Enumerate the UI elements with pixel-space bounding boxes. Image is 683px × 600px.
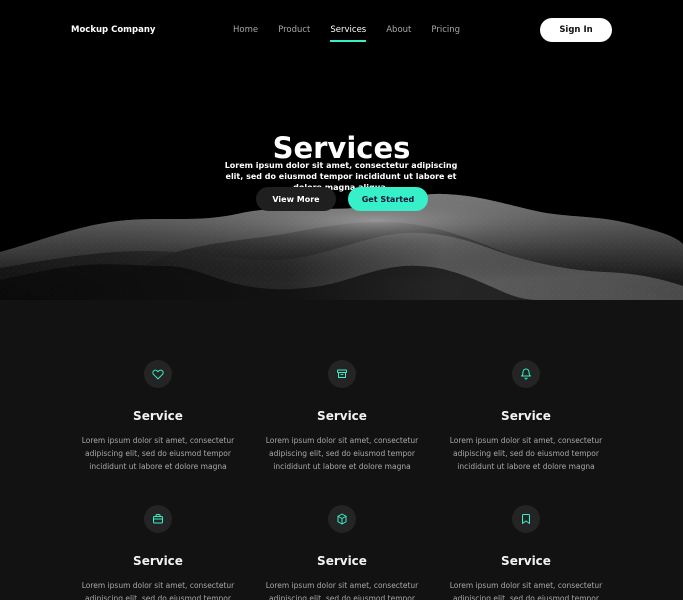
service-description: Lorem ipsum dolor sit amet, consectetur … [449, 581, 603, 600]
services-grid: Service Lorem ipsum dolor sit amet, cons… [0, 300, 683, 600]
sign-in-button[interactable]: Sign In [540, 18, 612, 42]
nav-about[interactable]: About [386, 22, 411, 42]
service-card: Service Lorem ipsum dolor sit amet, cons… [254, 360, 430, 473]
service-description: Lorem ipsum dolor sit amet, consectetur … [265, 436, 419, 471]
nav-pricing[interactable]: Pricing [431, 22, 460, 42]
service-description: Lorem ipsum dolor sit amet, consectetur … [265, 581, 419, 600]
get-started-button[interactable]: Get Started [348, 187, 428, 211]
page: Mockup Company Home Product Services Abo… [0, 0, 683, 600]
service-title: Service [317, 409, 367, 423]
service-card: Service Lorem ipsum dolor sit amet, cons… [438, 360, 614, 473]
service-title: Service [501, 554, 551, 568]
service-card: Service Lorem ipsum dolor sit amet, cons… [70, 360, 246, 473]
service-card: Service Lorem ipsum dolor sit amet, cons… [70, 505, 246, 600]
bell-icon [512, 360, 540, 388]
nav-services[interactable]: Services [330, 22, 366, 42]
heart-icon [144, 360, 172, 388]
briefcase-icon [144, 505, 172, 533]
service-description: Lorem ipsum dolor sit amet, consectetur … [81, 436, 235, 471]
hero-actions: View More Get Started [256, 187, 428, 211]
hero-section: Mockup Company Home Product Services Abo… [0, 0, 683, 300]
service-title: Service [317, 554, 367, 568]
main-nav: Home Product Services About Pricing [233, 22, 460, 42]
service-card: Service Lorem ipsum dolor sit amet, cons… [254, 505, 430, 600]
service-card: Service Lorem ipsum dolor sit amet, cons… [438, 505, 614, 600]
service-title: Service [133, 409, 183, 423]
bookmark-icon [512, 505, 540, 533]
company-logo[interactable]: Mockup Company [71, 22, 155, 38]
service-title: Service [133, 554, 183, 568]
cube-icon [328, 505, 356, 533]
service-description: Lorem ipsum dolor sit amet, consectetur … [449, 436, 603, 471]
archive-icon [328, 360, 356, 388]
service-description: Lorem ipsum dolor sit amet, consectetur … [81, 581, 235, 600]
nav-product[interactable]: Product [278, 22, 310, 42]
view-more-button[interactable]: View More [256, 187, 336, 211]
nav-home[interactable]: Home [233, 22, 258, 42]
service-title: Service [501, 409, 551, 423]
